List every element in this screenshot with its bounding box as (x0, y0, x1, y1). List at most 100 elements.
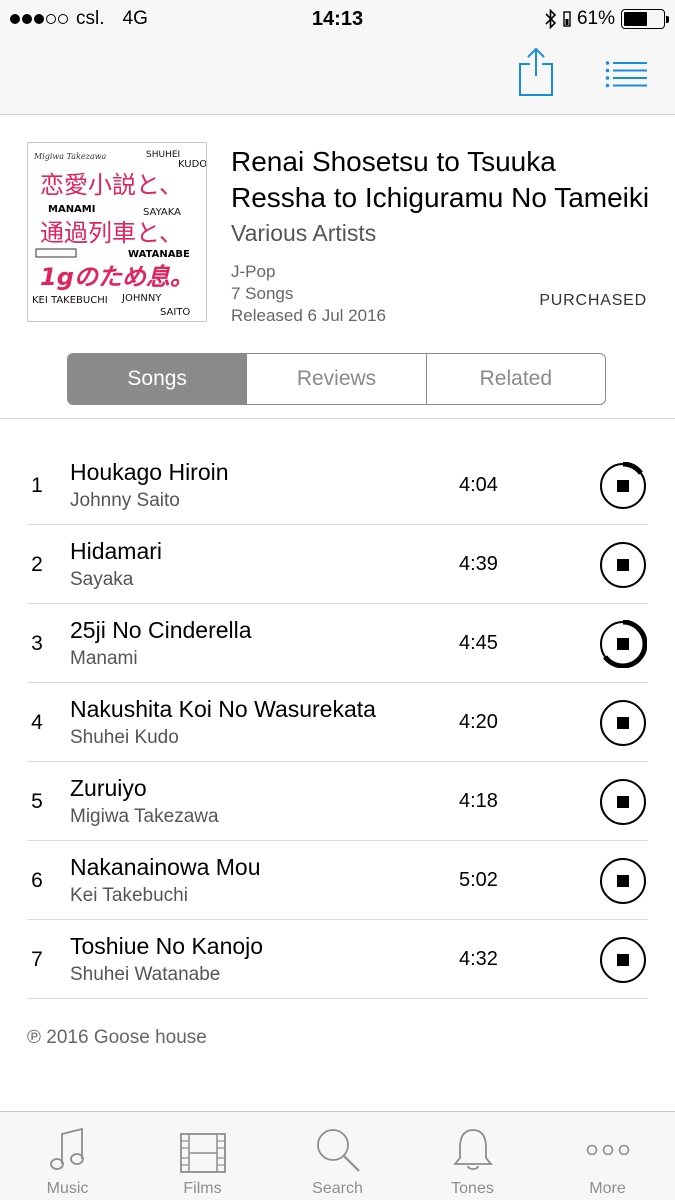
purchased-status: PURCHASED (539, 292, 647, 309)
album-artist[interactable]: Various Artists (231, 218, 376, 248)
tab-search-label: Search (312, 1180, 363, 1197)
album-artwork[interactable]: Migiwa Takezawa SHUHEI KUDO 恋愛小説と、 MANAM… (27, 142, 207, 322)
track-artist: Johnny Saito (70, 490, 180, 511)
track-row[interactable]: 6 Nakanainowa Mou Kei Takebuchi 5:02 (27, 841, 648, 920)
art-text-kudo: KUDO (178, 159, 206, 170)
battery-level (624, 12, 648, 26)
track-title: Nakushita Koi No Wasurekata (70, 696, 376, 722)
art-text-line1: 恋愛小説と、 (40, 171, 183, 199)
art-text-saito: SAITO (160, 307, 190, 318)
track-duration: 4:39 (459, 553, 498, 575)
album-title: Renai Shosetsu to Tsuuka Ressha to Ichig… (231, 146, 650, 213)
art-text-line3: 1gのため息。 (40, 263, 194, 291)
tab-films[interactable]: Films (135, 1112, 270, 1200)
album-artwork-graphic: Migiwa Takezawa SHUHEI KUDO 恋愛小説と、 MANAM… (28, 143, 206, 321)
track-number: 5 (31, 789, 43, 813)
battery-percent: 61% (576, 8, 615, 29)
track-artist: Shuhei Kudo (70, 727, 179, 748)
art-text-johnny: JOHNNY (121, 293, 162, 304)
track-number: 2 (31, 552, 43, 576)
art-text-kei: KEI TAKEBUCHI (32, 295, 108, 306)
track-number: 3 (31, 631, 43, 655)
track-row[interactable]: 4 Nakushita Koi No Wasurekata Shuhei Kudo 4… (27, 683, 648, 762)
art-text-watanabe: WATANABE (128, 249, 190, 260)
signal-strength-icon (10, 14, 68, 24)
network-type: 4G (122, 8, 148, 29)
music-note-icon (49, 1127, 84, 1170)
album-genre: J-Pop (231, 262, 276, 281)
track-number: 6 (31, 868, 43, 892)
list-icon[interactable] (605, 60, 649, 88)
tab-more[interactable]: More (540, 1112, 675, 1200)
tab-related[interactable]: Related (427, 354, 605, 404)
album-meta: J-Pop 7 Songs Released 6 Jul 2016 (231, 261, 386, 327)
track-artist: Kei Takebuchi (70, 885, 188, 906)
album-song-count: 7 Songs (231, 284, 294, 303)
tab-music-label: Music (46, 1180, 89, 1197)
stop-download-icon[interactable] (599, 778, 647, 826)
track-row[interactable]: 3 25ji No Cinderella Manami 4:45 (27, 604, 648, 683)
track-number: 4 (31, 710, 43, 734)
stop-download-icon[interactable] (599, 620, 647, 668)
status-bar: csl. 4G 14:13 61% (0, 0, 675, 38)
tab-music[interactable]: Music (0, 1112, 135, 1200)
tab-more-label: More (589, 1180, 626, 1197)
track-number: 1 (31, 473, 43, 497)
track-artist: Sayaka (70, 569, 134, 590)
track-duration: 4:20 (459, 711, 498, 733)
track-title: Houkago Hiroin (70, 459, 229, 485)
tab-songs[interactable]: Songs (68, 354, 248, 404)
track-title: 25ji No Cinderella (70, 617, 252, 643)
track-title: Nakanainowa Mou (70, 854, 261, 880)
tab-reviews[interactable]: Reviews (247, 354, 427, 404)
stop-download-icon[interactable] (599, 857, 647, 905)
battery-charging-small-icon (563, 11, 571, 27)
stop-download-icon[interactable] (599, 936, 647, 984)
tab-tones[interactable]: Tones (405, 1112, 540, 1200)
carrier-name: csl. (76, 8, 105, 29)
track-row[interactable]: 2 Hidamari Sayaka 4:39 (27, 525, 648, 604)
bluetooth-icon (545, 9, 557, 29)
track-number: 7 (31, 947, 43, 971)
track-row[interactable]: 1 Houkago Hiroin Johnny Saito 4:04 (27, 446, 648, 525)
bell-icon (452, 1129, 493, 1170)
stop-download-icon[interactable] (599, 699, 647, 747)
track-row[interactable]: 7 Toshiue No Kanojo Shuhei Watanabe 4:32 (27, 920, 648, 999)
album-release-date: Released 6 Jul 2016 (231, 306, 387, 325)
tab-bar: Music Films Search Tones More (0, 1111, 675, 1200)
track-artist: Shuhei Watanabe (70, 964, 221, 985)
tab-tones-label: Tones (451, 1180, 494, 1197)
divider (0, 418, 675, 419)
tab-films-label: Films (183, 1180, 222, 1197)
battery-icon (621, 9, 669, 29)
track-title: Zuruiyo (70, 775, 147, 801)
more-dots-icon (586, 1144, 629, 1156)
track-list: 1 Houkago Hiroin Johnny Saito 4:04 2 Hidamari… (0, 446, 675, 999)
stop-download-icon[interactable] (599, 541, 647, 589)
copyright: ℗ 2016 Goose house (27, 1027, 207, 1048)
stop-download-icon[interactable] (599, 462, 647, 510)
track-artist: Migiwa Takezawa (70, 806, 219, 827)
track-duration: 5:02 (459, 869, 498, 891)
track-artist: Manami (70, 648, 138, 669)
search-icon (316, 1129, 360, 1172)
track-title: Hidamari (70, 538, 163, 564)
art-text-sayaka: SAYAKA (143, 207, 181, 218)
status-left: csl. 4G (10, 8, 148, 30)
nav-bar (0, 38, 675, 115)
art-text-manami: MANAMI (48, 204, 95, 215)
art-text-migiwa: Migiwa Takezawa (33, 152, 106, 161)
track-row[interactable]: 5 Zuruiyo Migiwa Takezawa 4:18 (27, 762, 648, 841)
tab-search[interactable]: Search (270, 1112, 405, 1200)
track-duration: 4:45 (459, 632, 498, 654)
share-icon[interactable] (516, 46, 556, 98)
segmented-control: Songs Reviews Related (67, 353, 606, 405)
status-right: 61% (545, 8, 669, 30)
track-duration: 4:04 (459, 474, 498, 496)
film-icon (179, 1133, 226, 1173)
art-text-line2: 通過列車と、 (40, 219, 183, 247)
track-duration: 4:18 (459, 790, 498, 812)
art-text-shuhei: SHUHEI (146, 150, 180, 160)
track-duration: 4:32 (459, 948, 498, 970)
track-title: Toshiue No Kanojo (70, 933, 264, 959)
